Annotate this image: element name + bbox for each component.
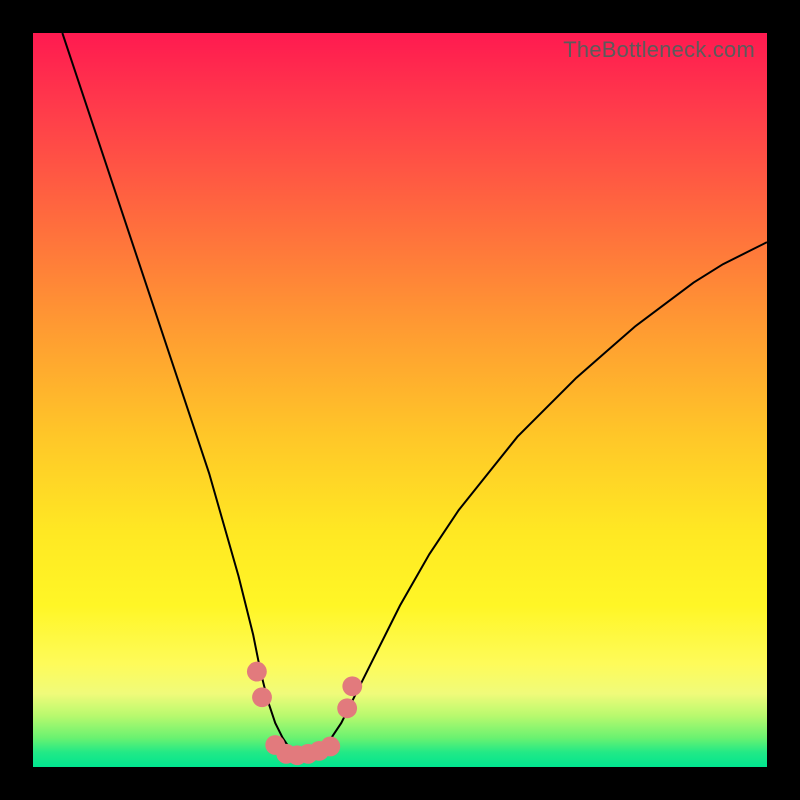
marker-dot (337, 698, 357, 718)
marker-dot (247, 662, 267, 682)
brand-watermark: TheBottleneck.com (563, 37, 755, 63)
markers-layer (33, 33, 767, 767)
marker-dot (320, 737, 340, 757)
chart-container: TheBottleneck.com (0, 0, 800, 800)
marker-dot (342, 676, 362, 696)
marker-dot (252, 687, 272, 707)
marker-group (247, 662, 362, 765)
plot-area: TheBottleneck.com (33, 33, 767, 767)
